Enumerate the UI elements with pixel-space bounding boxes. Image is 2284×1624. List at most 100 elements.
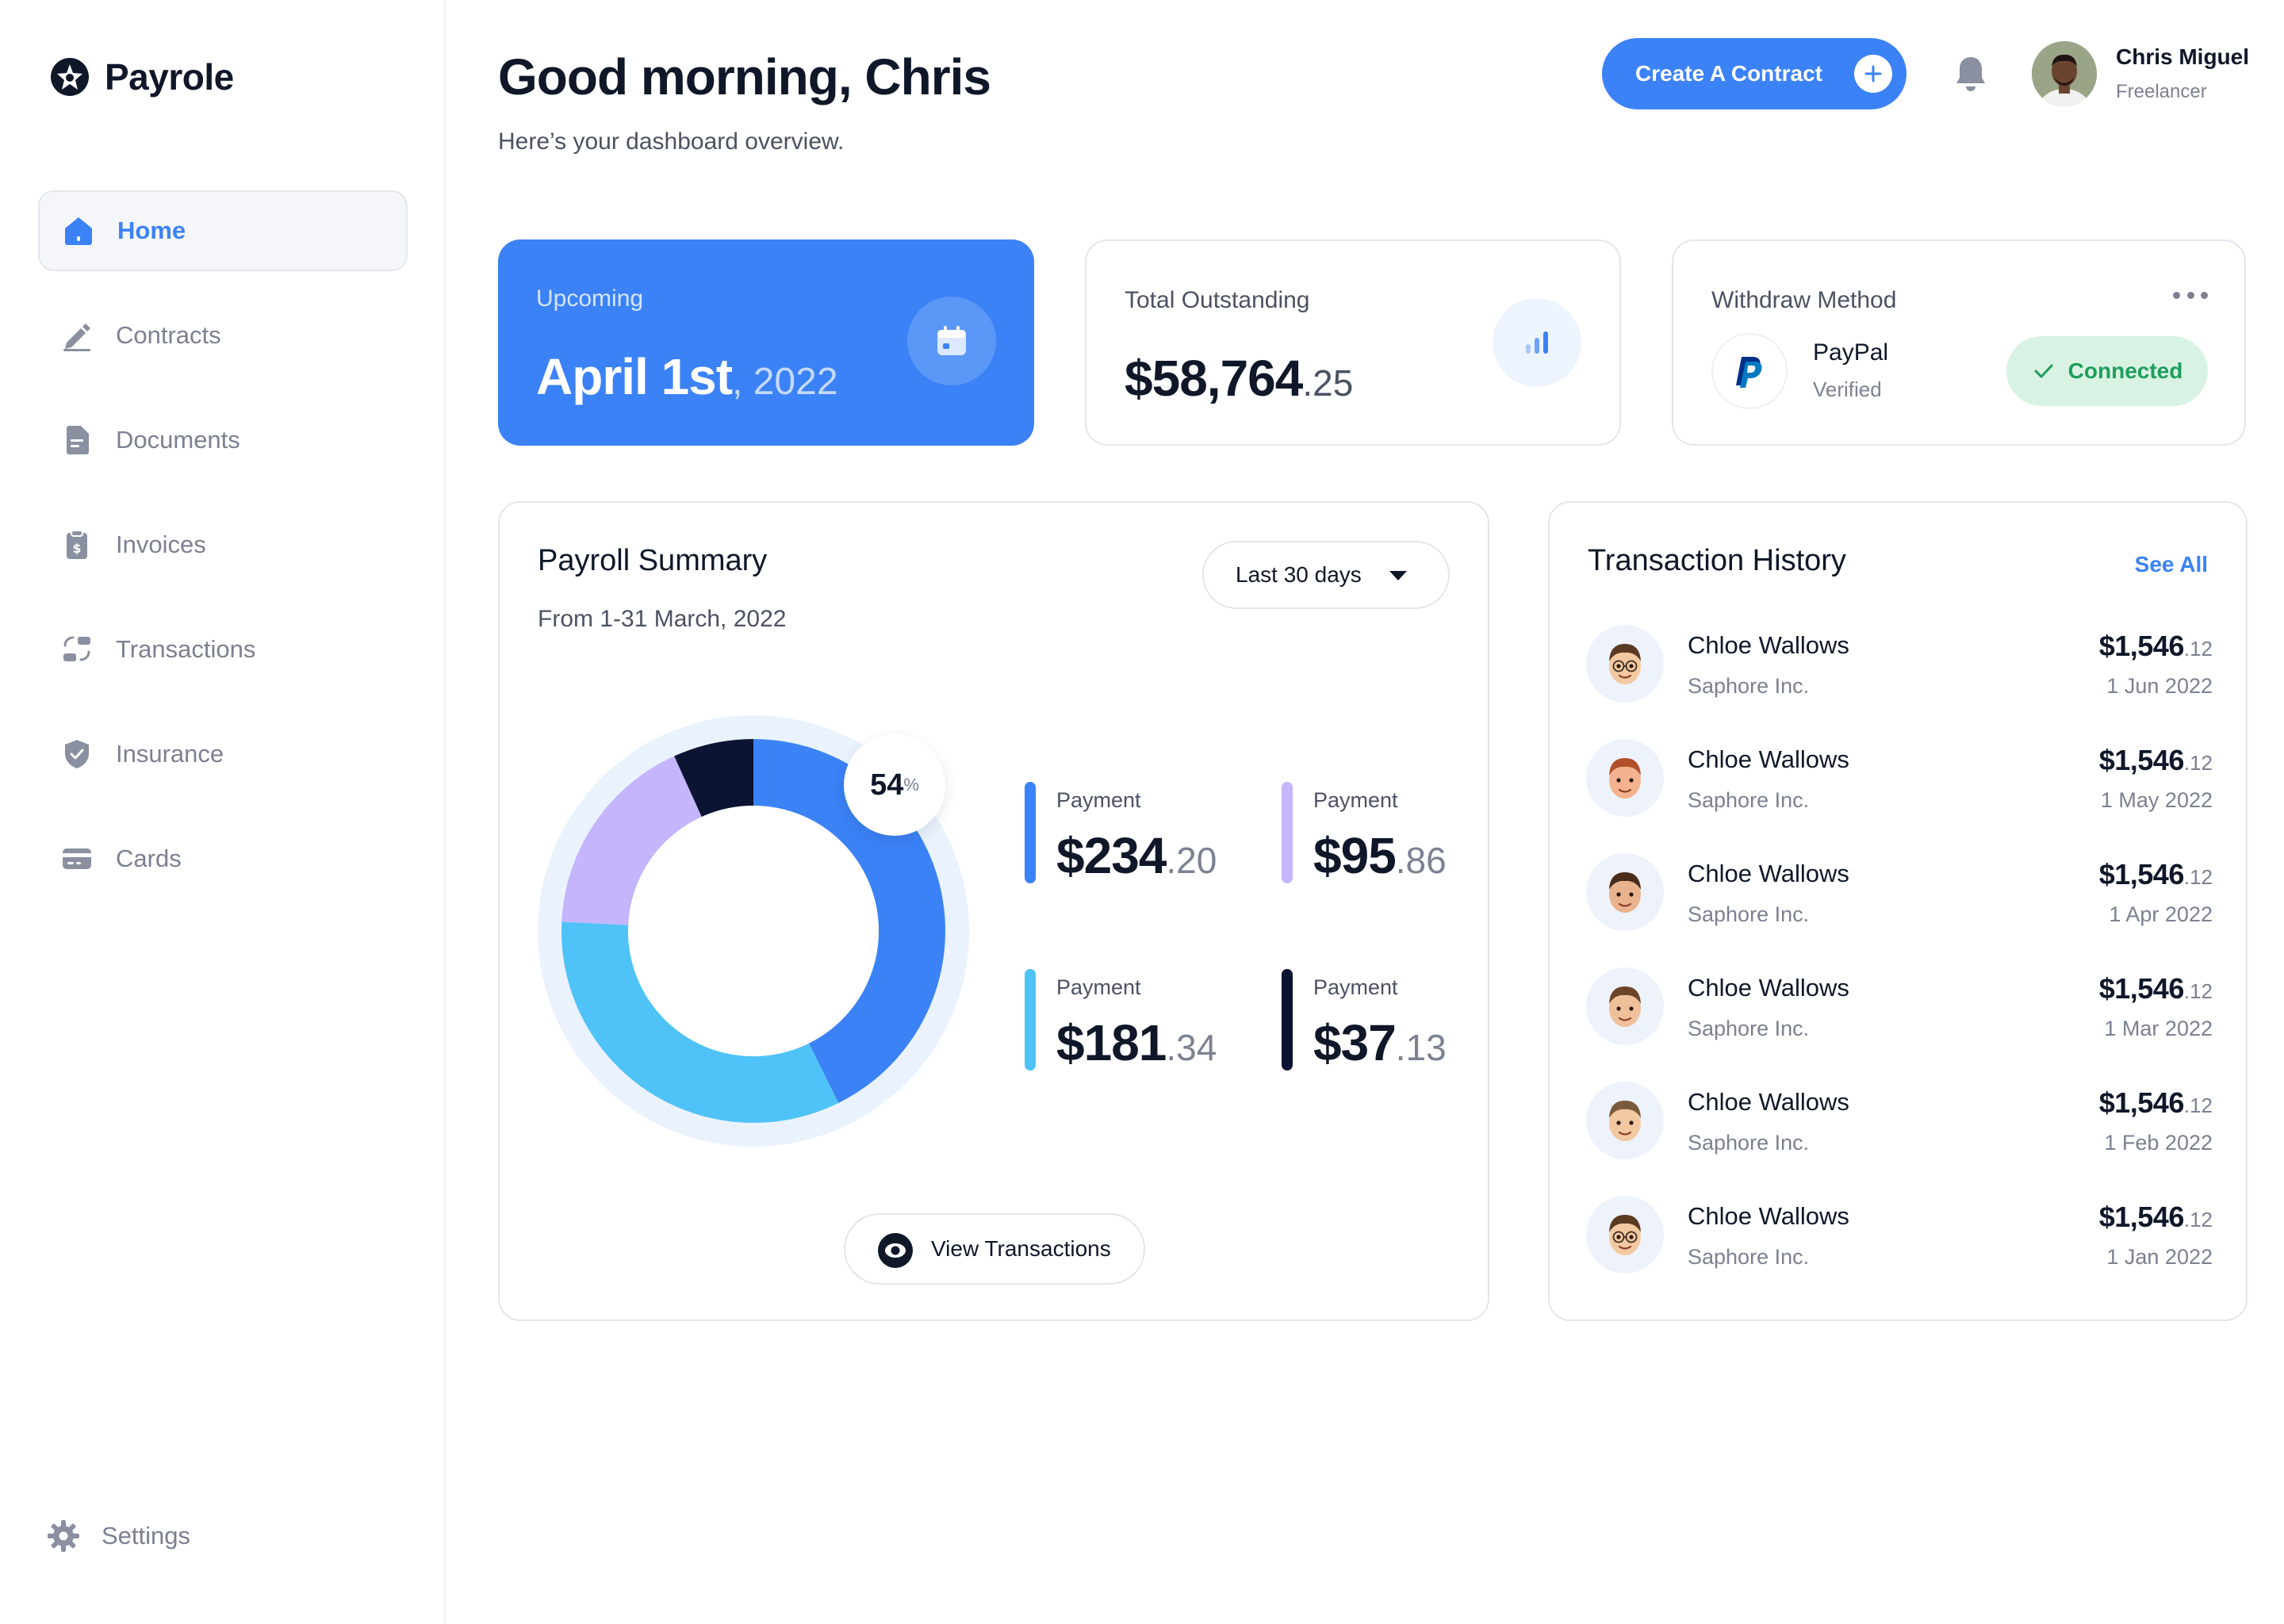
- pen-icon: [59, 317, 95, 354]
- donut-hole: [628, 806, 879, 1056]
- card-icon: [59, 841, 95, 877]
- sidebar-item-documents[interactable]: Documents: [38, 400, 408, 481]
- transaction-company: Saphore Inc.: [1688, 788, 1810, 812]
- payment-color-bar: [1025, 969, 1036, 1071]
- payroll-period: From 1-31 March, 2022: [538, 606, 787, 632]
- sidebar-item-label: Invoices: [116, 530, 206, 558]
- transaction-row[interactable]: Chloe Wallows Saphore Inc. $1,546.12 1 Apr …: [1586, 853, 2213, 940]
- check-icon: [2034, 364, 2053, 378]
- transaction-cents: .12: [2183, 1094, 2213, 1117]
- user-avatar[interactable]: [2032, 41, 2097, 106]
- view-transactions-button[interactable]: View Transactions: [844, 1213, 1145, 1285]
- outstanding-amount: $58,764.25: [1125, 349, 1353, 408]
- transaction-cents: .12: [2183, 865, 2213, 889]
- sidebar-item-insurance[interactable]: Insurance: [38, 714, 408, 795]
- sidebar-item-contracts[interactable]: Contracts: [38, 295, 408, 376]
- transaction-date: 1 May 2022: [2100, 788, 2213, 812]
- view-transactions-label: View Transactions: [931, 1236, 1111, 1261]
- sidebar-item-label: Cards: [116, 845, 182, 872]
- upcoming-date: April 1st, 2022: [536, 347, 838, 406]
- user-role: Freelancer: [2116, 81, 2207, 102]
- transaction-amount-main: $1,546: [2098, 972, 2185, 1005]
- sidebar-item-label: Contracts: [116, 321, 221, 349]
- transaction-row[interactable]: Chloe Wallows Saphore Inc. $1,546.12 1 Jan …: [1586, 1196, 2213, 1283]
- transaction-amount-main: $1,546: [2098, 630, 2185, 662]
- sidebar-item-label: Transactions: [116, 635, 256, 663]
- bell-icon[interactable]: [1953, 54, 1989, 94]
- transaction-date: 1 Feb 2022: [2104, 1131, 2213, 1155]
- see-all-link[interactable]: See All: [2135, 552, 2208, 577]
- transaction-amount: $1,546.12: [2099, 1086, 2213, 1120]
- payment-amount-main: $37: [1313, 1014, 1397, 1071]
- sidebar: Payrole Home Contracts Documents $ Invoi…: [0, 0, 446, 1624]
- shield-icon: [59, 736, 95, 772]
- transaction-row[interactable]: Chloe Wallows Saphore Inc. $1,546.12 1 Feb …: [1586, 1082, 2213, 1169]
- contact-avatar: [1586, 967, 1664, 1045]
- connected-badge[interactable]: Connected: [2006, 336, 2208, 406]
- transaction-amount: $1,546.12: [2099, 744, 2213, 777]
- more-options-icon[interactable]: [2173, 290, 2208, 301]
- transaction-cents: .12: [2183, 637, 2213, 661]
- settings-label: Settings: [102, 1522, 191, 1549]
- withdraw-card: Withdraw Method PayPal Verified Connecte…: [1672, 239, 2246, 446]
- transaction-cents: .12: [2183, 979, 2213, 1003]
- transaction-row[interactable]: Chloe Wallows Saphore Inc. $1,546.12 1 May …: [1586, 739, 2213, 826]
- transactions-icon: [59, 631, 95, 668]
- transaction-name: Chloe Wallows: [1688, 1202, 1849, 1230]
- contact-avatar: [1586, 853, 1664, 931]
- transaction-name: Chloe Wallows: [1688, 1088, 1849, 1116]
- contact-avatar: [1586, 1196, 1664, 1274]
- payment-item: Payment $181.34: [1025, 969, 1263, 1080]
- transaction-amount: $1,546.12: [2099, 1201, 2213, 1234]
- upcoming-card[interactable]: Upcoming April 1st, 2022: [498, 239, 1034, 446]
- withdraw-label: Withdraw Method: [1711, 287, 1897, 313]
- transactions-title: Transaction History: [1588, 544, 1846, 577]
- user-name: Chris Miguel: [2116, 44, 2250, 69]
- payment-color-bar: [1282, 969, 1293, 1071]
- transaction-history-panel: Transaction History See All Chloe Wallow…: [1548, 501, 2248, 1321]
- brand-logo[interactable]: Payrole: [49, 56, 234, 98]
- sidebar-item-settings[interactable]: Settings: [46, 1519, 190, 1553]
- transaction-name: Chloe Wallows: [1688, 860, 1849, 887]
- upcoming-label: Upcoming: [536, 285, 644, 312]
- outstanding-cents: .25: [1302, 362, 1354, 404]
- transaction-row[interactable]: Chloe Wallows Saphore Inc. $1,546.12 1 Jun …: [1586, 625, 2213, 712]
- percentage-bubble: 54%: [844, 734, 945, 836]
- transaction-amount-main: $1,546: [2098, 744, 2185, 776]
- transaction-amount-main: $1,546: [2098, 1201, 2185, 1233]
- contact-avatar: [1586, 1082, 1664, 1159]
- transaction-cents: .12: [2183, 1208, 2213, 1231]
- connected-label: Connected: [2067, 358, 2183, 383]
- payment-label: Payment: [1056, 788, 1141, 812]
- payment-cents: .20: [1166, 840, 1217, 881]
- page-title: Good morning, Chris: [498, 48, 991, 105]
- create-contract-button[interactable]: Create A Contract: [1602, 38, 1907, 109]
- sidebar-nav: Home Contracts Documents $ Invoices Tran…: [38, 190, 408, 923]
- transaction-company: Saphore Inc.: [1688, 1017, 1810, 1040]
- gear-icon: [48, 1520, 79, 1552]
- withdraw-provider: PayPal: [1813, 339, 1889, 366]
- transaction-company: Saphore Inc.: [1688, 674, 1810, 698]
- date-range-dropdown[interactable]: Last 30 days: [1202, 541, 1450, 609]
- sidebar-item-home[interactable]: Home: [38, 190, 408, 271]
- bar-chart-icon: [1493, 298, 1581, 387]
- payment-cents: .34: [1166, 1027, 1217, 1068]
- outstanding-amount-main: $58,764: [1125, 350, 1303, 407]
- contact-avatar: [1586, 739, 1664, 817]
- transaction-row[interactable]: Chloe Wallows Saphore Inc. $1,546.12 1 Mar …: [1586, 967, 2213, 1055]
- payment-amount: $234.20: [1056, 826, 1217, 885]
- sidebar-item-label: Home: [117, 216, 186, 244]
- payroll-title: Payroll Summary: [538, 544, 768, 577]
- sidebar-item-invoices[interactable]: $ Invoices: [38, 504, 408, 585]
- sidebar-item-transactions[interactable]: Transactions: [38, 609, 408, 690]
- outstanding-card[interactable]: Total Outstanding $58,764.25: [1085, 239, 1621, 446]
- calendar-icon: [907, 297, 996, 385]
- transaction-amount: $1,546.12: [2099, 858, 2213, 891]
- percentage-value: 54: [870, 768, 904, 802]
- payment-item: Payment $37.13: [1282, 969, 1519, 1080]
- transaction-date: 1 Jun 2022: [2106, 674, 2213, 698]
- paypal-icon: [1711, 333, 1788, 409]
- payment-amount: $181.34: [1056, 1013, 1217, 1072]
- sidebar-item-cards[interactable]: Cards: [38, 818, 408, 899]
- invoice-icon: $: [59, 527, 95, 563]
